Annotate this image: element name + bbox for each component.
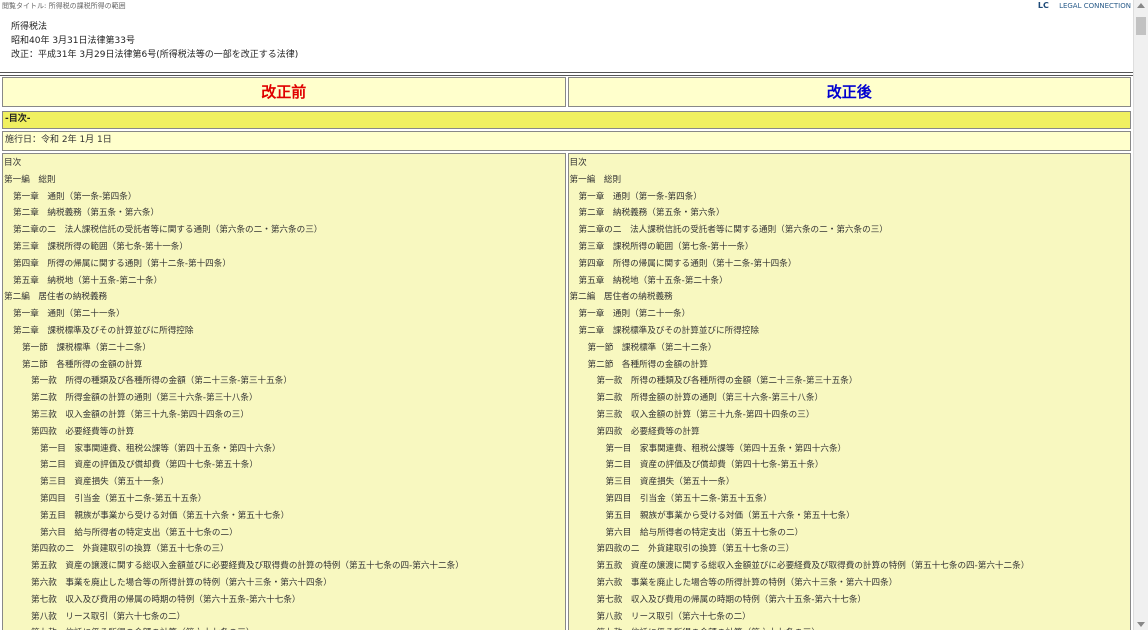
- toc-item: 第四款 必要経費等の計算: [596, 426, 700, 437]
- scroll-thumb[interactable]: [1136, 17, 1146, 35]
- comparison-table: 改正前 改正後 -目次- 施行日：令和 2年 1月 1日 目次第一編 総則第一章…: [2, 77, 1131, 630]
- toc-item: 第二編 居住者の納税義務: [4, 292, 108, 303]
- toc-item: 第四章 所得の帰属に関する通則（第十二条-第十四条）: [578, 258, 797, 269]
- browser-viewport: 閲覧タイトル: 所得税の課税所得の範囲 LC LEGAL CONNECTION …: [0, 0, 1148, 630]
- law-amendment: 改正：平成31年 3月29日法律第6号(所得税法等の一部を改正する法律): [11, 50, 299, 60]
- toc-item: 第五目 親族が事業から受ける対価（第五十六条・第五十七条）: [40, 510, 290, 521]
- toc-item: 第七款 収入及び費用の帰属の時期の特例（第六十五条-第六十七条）: [596, 594, 867, 605]
- toc-item: 第二章の二 法人課税信託の受託者等に関する通則（第六条の二・第六条の三）: [13, 225, 323, 236]
- after-heading: 改正後: [567, 77, 1131, 107]
- toc-item: 第九款 信託に係る所得の金額の計算（第六十七条の三）: [3, 625, 565, 630]
- toc-item: 第七款 収入及び費用の帰属の時期の特例（第六十五条-第六十七条）: [31, 594, 301, 605]
- section-title-bar: -目次-: [2, 111, 1131, 129]
- toc-item: 第三款 収入金額の計算（第三十九条-第四十四条の三）: [31, 409, 249, 420]
- toc-item: 目次: [4, 158, 22, 168]
- law-name: 所得税法: [11, 22, 48, 32]
- scroll-up-icon[interactable]: [1137, 3, 1145, 8]
- toc-item: 第一款 所得の種類及び各種所得の金額（第二十三条-第三十五条）: [596, 376, 858, 387]
- toc-item: 第二章 課税標準及びその計算並びに所得控除: [13, 325, 194, 336]
- toc-after-column: 目次第一編 総則第一章 通則（第一条-第四条） 第二章 納税義務（第五条・第六条）…: [567, 153, 1131, 630]
- toc-item: 第三目 資産損失（第五十一条）: [40, 477, 169, 488]
- toc-item: 第二章の二 法人課税信託の受託者等に関する通則（第六条の二・第六条の三）: [578, 225, 888, 236]
- toc-item: 第四目 引当金（第五十二条-第五十五条）: [40, 493, 207, 504]
- law-header: 所得税法 昭和40年 3月31日法律第33号 改正：平成31年 3月29日法律第…: [0, 12, 1133, 72]
- toc-item: 第二節 各種所得の金額の計算: [22, 359, 143, 370]
- toc-item: 第八款 リース取引（第六十七条の二）: [31, 611, 186, 622]
- before-heading: 改正前: [2, 77, 566, 107]
- toc-item: 第一章 通則（第一条-第四条）: [578, 191, 702, 202]
- toc-item: 第一節 課税標準（第二十二条）: [22, 342, 151, 353]
- page-title: 閲覧タイトル: 所得税の課税所得の範囲: [2, 2, 126, 10]
- toc-item: 第五款 資産の譲渡に関する総収入金額並びに必要経費及び取得費の計算の特例（第五十…: [596, 561, 1030, 572]
- brand-logo: LC: [1037, 1, 1049, 10]
- header-divider: [0, 72, 1133, 73]
- toc-item: 第四款 必要経費等の計算: [31, 426, 135, 437]
- page-content: 閲覧タイトル: 所得税の課税所得の範囲 LC LEGAL CONNECTION …: [0, 0, 1133, 630]
- toc-item: 第九款 信託に係る所得の金額の計算（第六十七条の三）: [569, 625, 1131, 630]
- comparison-heading-row: 改正前 改正後: [2, 77, 1131, 107]
- toc-item: 第二編 居住者の納税義務: [569, 292, 673, 303]
- toc-item: 第五章 納税地（第十五条-第二十条）: [578, 275, 728, 286]
- toc-item: 第四章 所得の帰属に関する通則（第十二条-第十四条）: [13, 258, 231, 269]
- toc-item: 第四款の二 外貨建取引の換算（第五十七条の三）: [596, 544, 795, 555]
- toc-before-column: 目次第一編 総則第一章 通則（第一条-第四条） 第二章 納税義務（第五条・第六条）…: [2, 153, 566, 630]
- header-divider-2: [0, 75, 1133, 76]
- toc-item: 第三目 資産損失（第五十一条）: [605, 477, 735, 488]
- toc-item: 第二目 資産の評価及び償却費（第四十七条-第五十条）: [40, 460, 258, 471]
- toc-item: 第一款 所得の種類及び各種所得の金額（第二十三条-第三十五条）: [31, 376, 292, 387]
- toc-item: 第五款 資産の譲渡に関する総収入金額並びに必要経費及び取得費の計算の特例（第五十…: [31, 561, 464, 572]
- toc-item: 第二節 各種所得の金額の計算: [587, 359, 708, 370]
- toc-columns: 目次第一編 総則第一章 通則（第一条-第四条） 第二章 納税義務（第五条・第六条）…: [2, 153, 1131, 630]
- toc-item: 第四款の二 外貨建取引の換算（第五十七条の三）: [31, 544, 229, 555]
- brand-name: LEGAL CONNECTION: [1059, 2, 1131, 10]
- top-bar: 閲覧タイトル: 所得税の課税所得の範囲 LC LEGAL CONNECTION: [0, 0, 1133, 12]
- toc-item: 第三款 収入金額の計算（第三十九条-第四十四条の三）: [596, 409, 815, 420]
- toc-item: 第三章 課税所得の範囲（第七条-第十一条）: [578, 241, 754, 252]
- brand[interactable]: LC LEGAL CONNECTION: [1038, 0, 1131, 12]
- toc-item: 第二目 資産の評価及び償却費（第四十七条-第五十条）: [605, 460, 824, 471]
- toc-item: 第一編 総則: [4, 174, 56, 185]
- effective-date: 施行日：令和 2年 1月 1日: [2, 131, 1131, 151]
- toc-item: 第一節 課税標準（第二十二条）: [587, 342, 717, 353]
- toc-item: 第六目 給与所得者の特定支出（第五十七条の二）: [40, 527, 238, 538]
- scroll-down-icon[interactable]: [1137, 622, 1145, 627]
- toc-item: 第五目 親族が事業から受ける対価（第五十六条・第五十七条）: [605, 510, 855, 521]
- toc-item: 第二章 課税標準及びその計算並びに所得控除: [578, 325, 759, 336]
- toc-item: 第一目 家事関連費、租税公課等（第四十五条・第四十六条）: [605, 443, 847, 454]
- toc-item: 第六款 事業を廃止した場合等の所得計算の特例（第六十三条・第六十四条）: [596, 577, 898, 588]
- toc-item: 第一章 通則（第二十一条）: [578, 309, 691, 320]
- toc-item: 第一章 通則（第一条-第四条）: [13, 191, 137, 202]
- toc-item: 第二章 納税義務（第五条・第六条）: [13, 208, 160, 219]
- toc-item: 第一章 通則（第二十一条）: [13, 309, 125, 320]
- toc-item: 第六款 事業を廃止した場合等の所得計算の特例（第六十三条・第六十四条）: [31, 577, 332, 588]
- toc-item: 第四目 引当金（第五十二条-第五十五条）: [605, 493, 772, 504]
- vertical-scrollbar[interactable]: [1133, 0, 1148, 630]
- toc-item: 第一目 家事関連費、租税公課等（第四十五条・第四十六条）: [40, 443, 281, 454]
- toc-item: 目次: [569, 158, 587, 168]
- toc-item: 第八款 リース取引（第六十七条の二）: [596, 611, 751, 622]
- toc-item: 第三章 課税所得の範囲（第七条-第十一条）: [13, 241, 188, 252]
- toc-item: 第二章 納税義務（第五条・第六条）: [578, 208, 725, 219]
- toc-item: 第二款 所得金額の計算の通則（第三十六条-第三十八条）: [596, 393, 824, 404]
- toc-item: 第六目 給与所得者の特定支出（第五十七条の二）: [605, 527, 804, 538]
- toc-item: 第五章 納税地（第十五条-第二十条）: [13, 275, 163, 286]
- toc-item: 第二款 所得金額の計算の通則（第三十六条-第三十八条）: [31, 393, 258, 404]
- toc-item: 第一編 総則: [569, 174, 622, 185]
- law-promulgation: 昭和40年 3月31日法律第33号: [11, 36, 135, 46]
